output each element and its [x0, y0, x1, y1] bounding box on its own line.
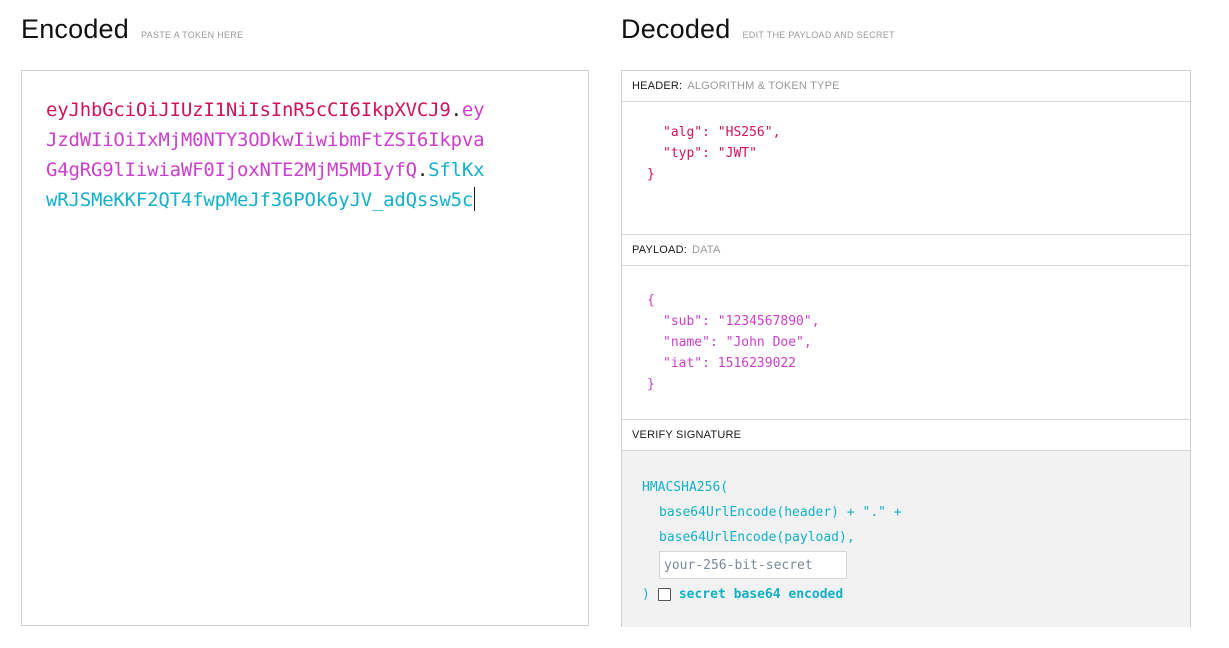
hmac-function-open: HMACSHA256( [642, 480, 729, 495]
encoded-hint: PASTE A TOKEN HERE [141, 30, 244, 40]
verify-section-heading: VERIFY SIGNATURE [622, 420, 1190, 451]
token-segment-dot: . [450, 99, 462, 121]
token-segment-payload: JzdWIiOiIxMjM0NTY3ODkwIiwibmFtZSI6Ikpva [46, 129, 485, 151]
payload-json-editor[interactable]: { "sub": "1234567890", "name": "John Doe",… [622, 266, 1190, 420]
token-segment-payload: ey [461, 99, 485, 121]
encoded-title: Encoded [21, 14, 129, 44]
decoded-panel: HEADER: ALGORITHM & TOKEN TYPE "alg": "H… [621, 70, 1191, 627]
json-line: "name": "John Doe", [663, 335, 812, 350]
hmac-close-paren: ) [642, 587, 650, 602]
hmac-arg-payload: base64UrlEncode(payload), [659, 530, 855, 545]
secret-input[interactable] [659, 551, 847, 579]
decoded-heading: Decoded EDIT THE PAYLOAD AND SECRET [621, 14, 895, 45]
token-segment-payload: G4gRG9lIiwiaWF0IjoxNTE2MjM5MDIyfQ [46, 159, 417, 181]
json-line: "typ": "JWT" [663, 146, 757, 161]
decoded-title: Decoded [621, 14, 731, 44]
payload-section-sub: DATA [692, 244, 721, 256]
header-section-heading: HEADER: ALGORITHM & TOKEN TYPE [622, 71, 1190, 102]
token-line: G4gRG9lIiwiaWF0IjoxNTE2MjM5MDIyfQ.SflKx [46, 155, 556, 185]
header-json-editor[interactable]: "alg": "HS256", "typ": "JWT"} [622, 102, 1190, 235]
base64-encoded-label[interactable]: secret base64 encoded [679, 582, 843, 607]
json-line: } [647, 377, 655, 392]
encoded-token-text[interactable]: eyJhbGciOiJIUzI1NiIsInR5cCI6IkpXVCJ9.ey J… [46, 95, 556, 215]
token-segment-sig: wRJSMeKKF2QT4fwpMeJf36POk6yJV_adQssw5c [46, 189, 474, 211]
json-line: { [647, 293, 655, 308]
verify-section-label: VERIFY SIGNATURE [632, 429, 742, 441]
token-segment-header: eyJhbGciOiJIUzI1NiIsInR5cCI6IkpXVCJ9 [46, 99, 451, 121]
payload-section-label: PAYLOAD: [632, 244, 687, 256]
encoded-heading: Encoded PASTE A TOKEN HERE [21, 14, 243, 45]
token-line: wRJSMeKKF2QT4fwpMeJf36POk6yJV_adQssw5c [46, 185, 556, 215]
token-segment-sig: SflKx [428, 159, 485, 181]
json-line: "sub": "1234567890", [663, 314, 820, 329]
json-line: "iat": 1516239022 [663, 356, 797, 371]
token-line: JzdWIiOiIxMjM0NTY3ODkwIiwibmFtZSI6Ikpva [46, 125, 556, 155]
token-segment-dot: . [416, 159, 429, 181]
header-section-sub: ALGORITHM & TOKEN TYPE [687, 80, 840, 92]
verify-signature-body: HMACSHA256( base64UrlEncode(header) + ".… [622, 451, 1190, 627]
base64-encoded-checkbox[interactable] [657, 588, 671, 601]
header-section-label: HEADER: [632, 80, 683, 92]
text-caret [474, 187, 476, 211]
json-line: } [647, 167, 655, 182]
decoded-hint: EDIT THE PAYLOAD AND SECRET [742, 30, 895, 40]
payload-section-heading: PAYLOAD: DATA [622, 235, 1190, 266]
json-line: "alg": "HS256", [663, 125, 781, 140]
hmac-arg-header: base64UrlEncode(header) + "." + [659, 505, 902, 520]
encoded-token-editor[interactable]: eyJhbGciOiJIUzI1NiIsInR5cCI6IkpXVCJ9.ey J… [21, 70, 589, 626]
verify-close-row: ) secret base64 encoded [642, 582, 1190, 607]
token-line: eyJhbGciOiJIUzI1NiIsInR5cCI6IkpXVCJ9.ey [46, 95, 556, 125]
